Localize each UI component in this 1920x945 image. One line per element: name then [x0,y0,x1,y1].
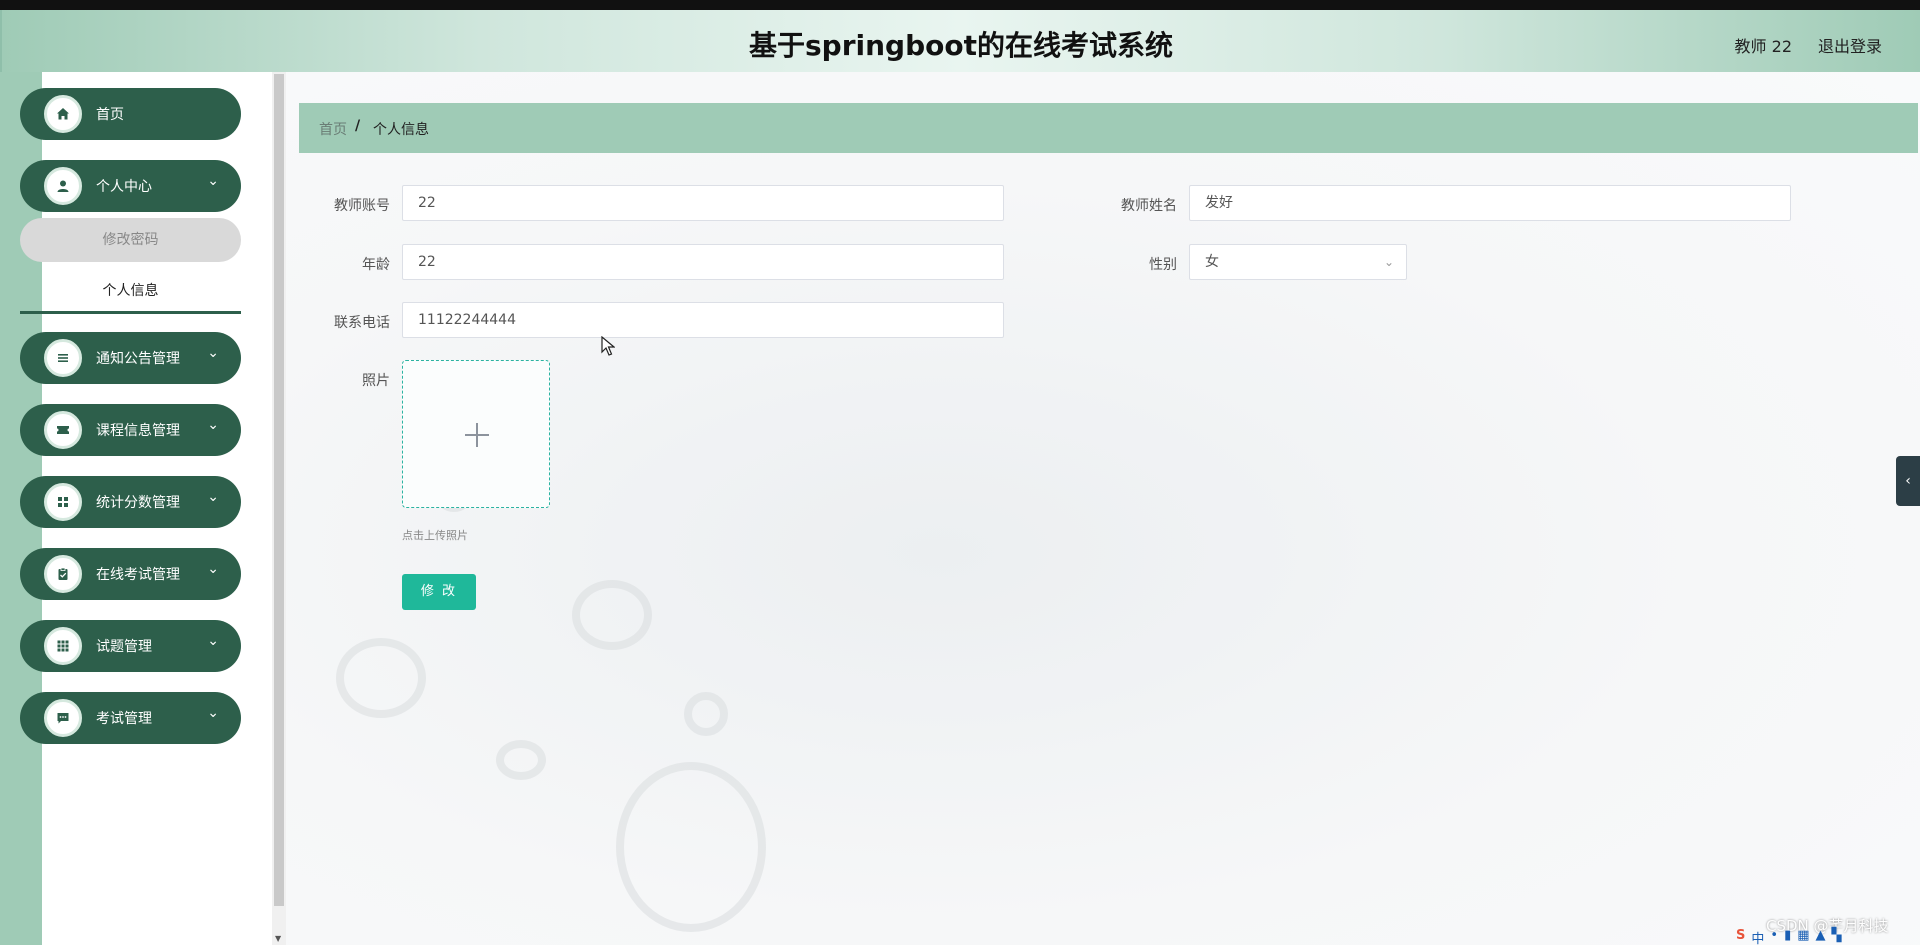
keyboard-icon: ▦ [1797,928,1810,943]
gender-select[interactable]: 女 ⌄ [1189,244,1407,280]
chevron-down-icon: ⌄ [207,345,219,361]
clipboard-icon [44,555,82,593]
photo-label: 照片 [362,373,390,389]
sidebar-item-label: 统计分数管理 [96,495,180,511]
update-button[interactable]: 修 改 [402,574,476,610]
chevron-down-icon: ⌄ [207,173,219,189]
breadcrumb-separator: / [355,118,361,134]
sidebar-subitem-change-password[interactable]: 修改密码 [20,218,241,262]
sidebar-item-label: 课程信息管理 [96,423,180,439]
home-icon [44,95,82,133]
sidebar-item-courses[interactable]: 课程信息管理 ⌄ [20,404,241,456]
breadcrumb-current: 个人信息 [373,122,429,138]
phone-label: 联系电话 [334,315,390,331]
sidebar-item-score-stats[interactable]: 统计分数管理 ⌄ [20,476,241,528]
apps-grid-icon: ▚ [1831,928,1842,943]
background-decoration [496,740,546,780]
sidebar-item-label: 试题管理 [96,639,152,655]
sidebar-item-label: 个人中心 [96,179,152,195]
background-decoration [336,638,426,718]
sidebar-scrollbar[interactable]: ▼ [272,72,286,945]
sidebar-item-home[interactable]: 首页 [20,88,241,140]
collapse-panel-button[interactable]: ‹ [1896,456,1920,506]
ticket-icon [44,411,82,449]
chevron-left-icon: ‹ [1905,473,1911,489]
sogou-icon: S [1736,928,1746,943]
app-title: 基于springboot的在线考试系统 [749,29,1173,62]
background-decoration [572,580,652,650]
scrollbar-thumb[interactable] [274,74,284,906]
age-label: 年龄 [362,257,390,273]
grid-icon [44,483,82,521]
sidebar-item-online-exam[interactable]: 在线考试管理 ⌄ [20,548,241,600]
sidebar-item-label: 考试管理 [96,711,152,727]
gender-label: 性别 [1149,257,1177,273]
background-decoration [684,692,728,736]
skin-icon: ▲ [1815,928,1826,943]
user-icon [44,167,82,205]
microphone-icon: ▮ [1784,928,1792,943]
sidebar-item-exams[interactable]: 考试管理 ⌄ [20,692,241,744]
list-icon [44,339,82,377]
breadcrumb-home[interactable]: 首页 [319,119,347,139]
scroll-down-arrow-icon[interactable]: ▼ [275,934,281,943]
background-decoration [616,762,766,932]
teacher-account-input[interactable]: 22 [402,185,1004,221]
chevron-down-icon: ⌄ [207,705,219,721]
teacher-name-label: 教师姓名 [1121,198,1177,214]
sidebar-item-personal-center[interactable]: 个人中心 ⌄ [20,160,241,212]
sidebar-item-label: 通知公告管理 [96,351,180,367]
teacher-name-input[interactable]: 发好 [1189,185,1791,221]
ime-toolbar: S 中 • ▮ ▦ ▲ ▚ [1736,928,1842,945]
current-user: 教师 22 [1734,37,1792,56]
mouse-cursor-icon [601,335,616,361]
top-header: 基于springboot的在线考试系统 教师 22 退出登录 [0,10,1920,72]
message-icon [44,699,82,737]
chevron-down-icon: ⌄ [207,633,219,649]
phone-input[interactable]: 11122244444 [402,302,1004,338]
chevron-down-icon: ⌄ [207,561,219,577]
chevron-down-icon: ⌄ [207,417,219,433]
sidebar-item-label: 首页 [96,107,124,123]
sidebar-subitem-personal-info[interactable]: 个人信息 [20,272,241,314]
plus-icon-vertical [476,423,478,447]
window-top-bar [0,0,1920,10]
chevron-down-icon: ⌄ [207,489,219,505]
sidebar-item-label: 在线考试管理 [96,567,180,583]
sidebar-item-questions[interactable]: 试题管理 ⌄ [20,620,241,672]
logout-link[interactable]: 退出登录 [1818,33,1882,57]
gender-select-value: 女 [1205,254,1219,270]
upload-hint: 点击上传照片 [402,529,468,542]
breadcrumb: 首页 / 个人信息 [299,103,1918,153]
teacher-account-label: 教师账号 [334,198,390,214]
apps-icon [44,627,82,665]
photo-upload[interactable] [402,360,550,508]
punctuation-icon: • [1770,928,1779,943]
chevron-down-icon: ⌄ [1383,255,1394,269]
chinese-mode-icon: 中 [1751,932,1765,945]
age-input[interactable]: 22 [402,244,1004,280]
sidebar-item-notices[interactable]: 通知公告管理 ⌄ [20,332,241,384]
